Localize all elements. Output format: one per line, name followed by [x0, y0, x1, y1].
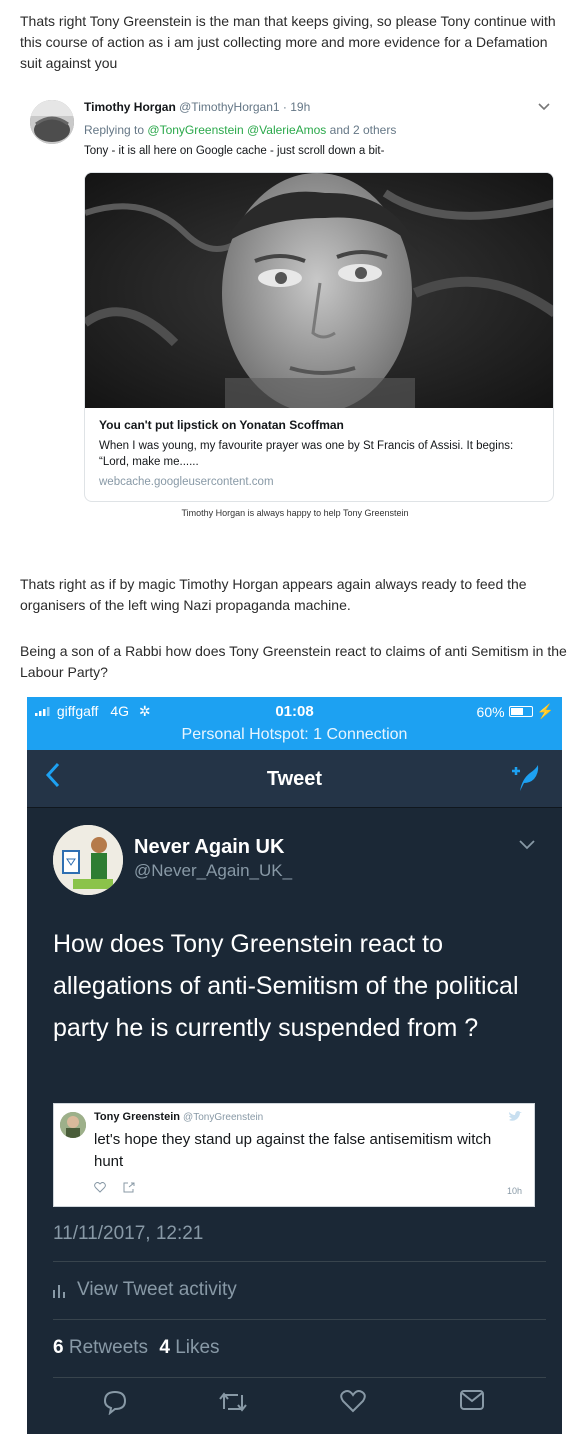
chevron-down-icon[interactable]: [519, 837, 535, 855]
card-description: When I was young, my favourite prayer wa…: [99, 440, 514, 468]
phone-screenshot: giffgaff 4G ✲ 01:08 60% ⚡ Personal Hotsp…: [27, 697, 562, 1434]
paragraph-3: Being a son of a Rabbi how does Tony Gre…: [20, 641, 571, 683]
divider: [53, 1319, 546, 1320]
divider: [53, 1261, 546, 1262]
author-name[interactable]: Never Again UK: [134, 836, 284, 859]
card-domain[interactable]: webcache.googleusercontent.com: [99, 476, 539, 488]
intro-line: Thats right Tony Greenstein is the man t…: [20, 13, 556, 29]
action-bar: [27, 1389, 562, 1429]
retweets-count[interactable]: 6: [53, 1337, 64, 1358]
paragraph-line: Thats right as if by magic Timothy Horga…: [20, 576, 527, 592]
battery-icon: [508, 706, 533, 717]
avatar[interactable]: [60, 1112, 86, 1138]
twitter-bird-icon: [508, 1110, 522, 1128]
replying-suffix[interactable]: and 2 others: [330, 123, 397, 137]
quoted-author[interactable]: Tony Greenstein @TonyGreenstein: [94, 1111, 263, 1123]
mention-link[interactable]: @TonyGreenstein: [147, 123, 243, 137]
hotspot-banner[interactable]: Personal Hotspot: 1 Connection: [27, 726, 562, 744]
card-image: [85, 173, 553, 408]
intro-line: suit against you: [20, 55, 118, 71]
retweet-icon[interactable]: [218, 1389, 248, 1420]
page-title: Tweet: [266, 768, 323, 790]
card-title[interactable]: You can't put lipstick on Yonatan Scoffm…: [99, 418, 539, 432]
image-caption: Timothy Horgan is always happy to help T…: [181, 508, 409, 518]
battery-status: 60% ⚡: [477, 703, 554, 720]
share-icon[interactable]: [123, 1182, 135, 1196]
quoted-author-handle[interactable]: @TonyGreenstein: [183, 1112, 263, 1123]
heart-icon[interactable]: [340, 1389, 366, 1418]
link-card[interactable]: You can't put lipstick on Yonatan Scoffm…: [84, 172, 554, 502]
direct-message-icon[interactable]: [459, 1389, 485, 1416]
quoted-tweet-text: let's hope they stand up against the fal…: [94, 1131, 492, 1170]
author-handle[interactable]: @TimothyHorgan1: [179, 100, 279, 114]
activity-label[interactable]: View Tweet activity: [77, 1279, 237, 1301]
quoted-timestamp: 10h: [506, 1186, 522, 1196]
avatar[interactable]: [30, 100, 74, 144]
likes-count[interactable]: 4: [159, 1337, 170, 1358]
tweet-timestamp[interactable]: · 19h: [283, 100, 310, 114]
paragraph-line: Being a son of a Rabbi how does Tony Gre…: [20, 643, 567, 659]
reply-icon[interactable]: [102, 1389, 128, 1420]
heart-icon[interactable]: [94, 1181, 109, 1196]
card-body: You can't put lipstick on Yonatan Scoffm…: [99, 418, 539, 488]
embedded-tweet-horgan: Timothy Horgan @TimothyHorgan1 · 19h Rep…: [30, 96, 560, 516]
tweet-text: Tony - it is all here on Google cache - …: [84, 145, 385, 157]
bar-chart-icon: [53, 1285, 65, 1298]
quoted-author-name[interactable]: Tony Greenstein: [94, 1111, 180, 1123]
status-bar: giffgaff 4G ✲ 01:08 60% ⚡ Personal Hotsp…: [27, 697, 562, 750]
paragraph-line: Labour Party?: [20, 664, 108, 680]
charging-icon: ⚡: [536, 703, 554, 719]
replying-prefix: Replying to: [84, 123, 145, 137]
tweet-text: How does Tony Greenstein react to allega…: [53, 930, 519, 1042]
author-handle[interactable]: @Never_Again_UK_: [134, 861, 292, 881]
avatar[interactable]: [53, 825, 123, 895]
quoted-tweet[interactable]: Tony Greenstein @TonyGreenstein let's ho…: [53, 1103, 535, 1207]
author-name[interactable]: Timothy Horgan: [84, 100, 176, 114]
paragraph-2: Thats right as if by magic Timothy Horga…: [20, 574, 571, 616]
retweets-label[interactable]: Retweets: [69, 1337, 148, 1358]
view-activity-button[interactable]: View Tweet activity: [53, 1279, 237, 1301]
nav-bar: Tweet: [27, 750, 562, 808]
paragraph-line: organisers of the left wing Nazi propaga…: [20, 597, 351, 613]
engagement-counts: 6 Retweets 4 Likes: [53, 1337, 220, 1359]
tweet-header: Timothy Horgan @TimothyHorgan1 · 19h: [84, 100, 310, 114]
battery-percent: 60%: [476, 703, 505, 720]
mention-link[interactable]: @ValerieAmos: [247, 123, 326, 137]
tweet-datetime: 11/11/2017, 12:21: [53, 1223, 204, 1244]
divider: [53, 1377, 546, 1378]
intro-line: this course of action as i am just colle…: [20, 34, 548, 50]
intro-paragraph: Thats right Tony Greenstein is the man t…: [20, 11, 571, 74]
quoted-actions: [94, 1181, 135, 1196]
chevron-down-icon[interactable]: [538, 100, 550, 114]
compose-tweet-icon[interactable]: [508, 763, 540, 798]
replying-to-line: Replying to @TonyGreenstein @ValerieAmos…: [84, 123, 396, 137]
likes-label[interactable]: Likes: [175, 1337, 219, 1358]
